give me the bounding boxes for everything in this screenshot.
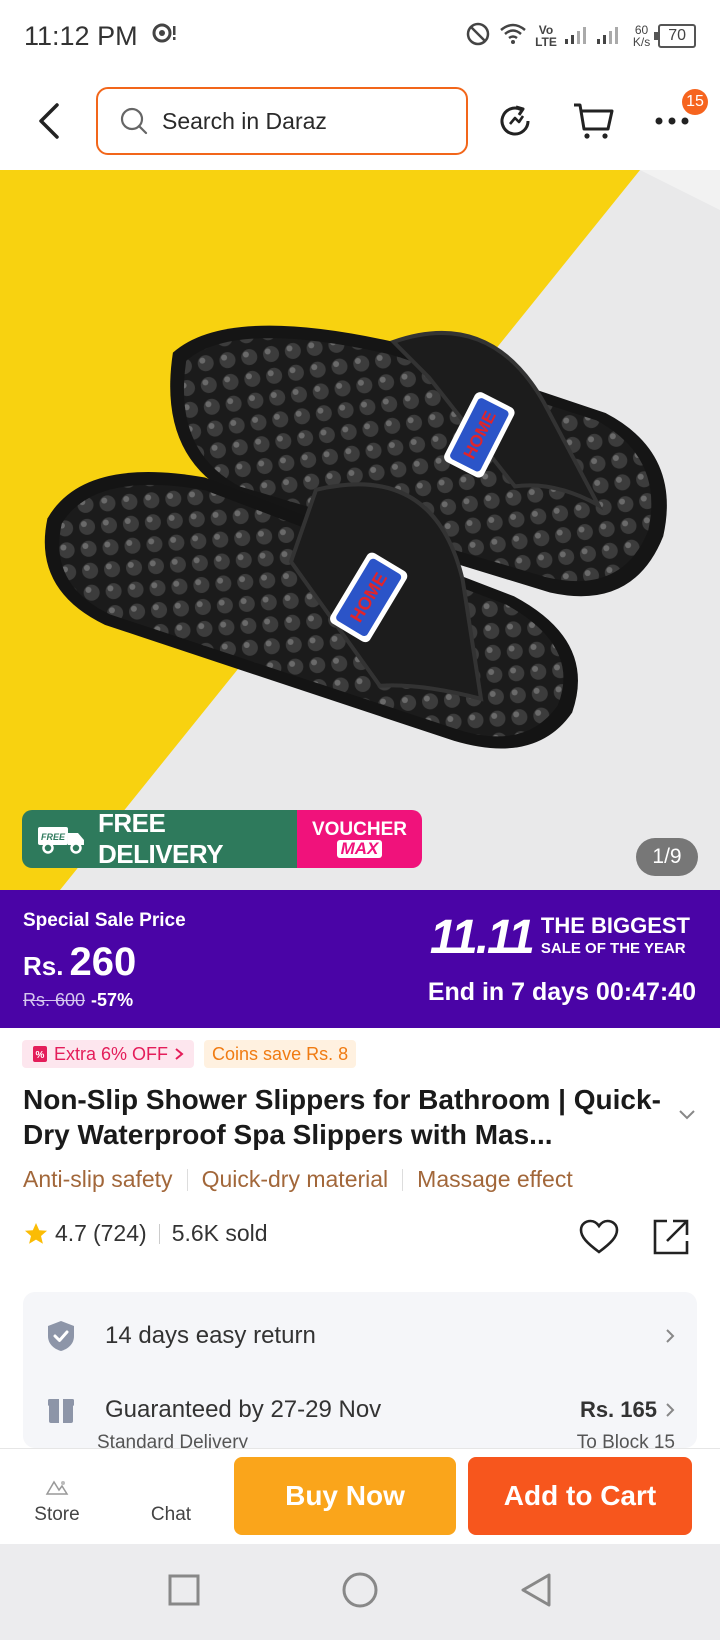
search-placeholder: Search in Daraz [162, 107, 327, 134]
sale-price-label: Special Sale Price [23, 910, 186, 931]
top-header: Search in Daraz 15 [0, 72, 720, 170]
heart-icon [579, 1219, 619, 1254]
chevron-down-icon [679, 1110, 695, 1120]
chevron-right-icon [666, 1403, 675, 1417]
delivery-truck-icon: FREE [37, 827, 84, 854]
signal-strength-icon [564, 23, 625, 50]
original-price: Rs. 600 -57% [23, 990, 134, 1010]
service-info-card: 14 days easy return Guaranteed by 27-29 … [23, 1292, 697, 1448]
rating-row[interactable]: 4.7 (724) 5.6K sold [23, 1220, 268, 1247]
countdown-timer: End in 7 days 00:47:40 [427, 978, 696, 1006]
system-navigation-bar [0, 1544, 720, 1640]
wishlist-button[interactable] [576, 1214, 622, 1260]
feature-item: Anti-slip safety [23, 1166, 173, 1192]
campaign-logo: 11.11 THE BIGGEST SALE OF THE YEAR [429, 911, 690, 964]
chevron-right-icon [666, 1329, 675, 1343]
delivery-type: Standard Delivery [97, 1432, 249, 1448]
bottom-action-bar: Store Chat Buy Now Add to Cart [0, 1448, 720, 1544]
delivery-row[interactable]: Guaranteed by 27-29 Nov Rs. 165 [23, 1380, 697, 1440]
search-icon [120, 107, 148, 135]
circle-icon [342, 1572, 378, 1607]
sold-count: 5.6K sold [171, 1220, 268, 1246]
back-nav-button[interactable] [519, 1572, 553, 1613]
return-policy-row[interactable]: 14 days easy return [23, 1306, 697, 1366]
star-icon [25, 1222, 47, 1244]
network-type: Vo LTE [535, 23, 557, 49]
chevron-right-icon [175, 1048, 184, 1060]
status-bar: 11:12 PM Vo LTE 60 K/s 70 [0, 0, 720, 72]
coins-tag: Coins save Rs. 8 [204, 1040, 357, 1068]
discount-percent: -57% [91, 990, 134, 1010]
home-button[interactable] [341, 1571, 379, 1614]
product-image-gallery[interactable]: HOME HOME FREE FREE DELIVERY VOUCHER MAX [0, 170, 720, 890]
square-icon [168, 1574, 200, 1605]
product-title: Non-Slip Shower Slippers for Bathroom | … [23, 1084, 661, 1150]
voucher-max-badge: VOUCHER MAX [297, 810, 422, 868]
triangle-back-icon [521, 1573, 551, 1606]
chevron-left-icon [39, 103, 59, 139]
feature-item: Quick-dry material [201, 1166, 389, 1192]
price-band: Special Sale Price Rs. 260 Rs. 600 -57% 11… [0, 890, 720, 1028]
svg-text:%: % [36, 1050, 45, 1061]
feature-item: Massage effect [417, 1166, 573, 1192]
back-button[interactable] [20, 91, 80, 151]
store-icon [45, 1480, 69, 1495]
delivery-price: Rs. 165 [579, 1397, 657, 1422]
add-to-cart-button[interactable]: Add to Cart [468, 1457, 692, 1535]
notification-badge: 15 [682, 89, 708, 115]
rating-value: 4.7 [55, 1220, 87, 1246]
search-input[interactable]: Search in Daraz [96, 87, 468, 155]
shield-check-icon [48, 1321, 74, 1351]
wifi-icon [499, 22, 527, 51]
expand-title-button[interactable] [678, 1108, 696, 1126]
promo-banner[interactable]: FREE FREE DELIVERY VOUCHER MAX [22, 810, 422, 868]
history-button[interactable] [488, 93, 544, 149]
recents-button[interactable] [167, 1573, 201, 1612]
chat-button[interactable]: Chat [114, 1468, 228, 1526]
review-count: (724) [92, 1220, 147, 1246]
refresh-icon [500, 105, 530, 136]
feature-highlights: Anti-slip safety Quick-dry material Mass… [23, 1166, 573, 1193]
network-speed: 60 K/s [632, 23, 651, 49]
store-button[interactable]: Store [0, 1468, 114, 1526]
free-delivery-badge: FREE FREE DELIVERY [22, 810, 297, 868]
do-not-disturb-icon [465, 21, 491, 52]
status-time: 11:12 PM [24, 20, 138, 51]
image-counter: 1/9 [636, 838, 698, 876]
share-icon [653, 1219, 689, 1255]
extra-off-tag[interactable]: % Extra 6% OFF [22, 1040, 195, 1068]
package-icon [48, 1399, 74, 1423]
more-dots-icon [655, 117, 689, 125]
more-button[interactable]: 15 [644, 89, 708, 149]
free-delivery-label: FREE DELIVERY [97, 810, 224, 868]
buy-now-button[interactable]: Buy Now [234, 1457, 456, 1535]
share-button[interactable] [648, 1214, 694, 1260]
product-photo: HOME HOME [0, 170, 720, 890]
cart-icon [574, 103, 614, 139]
cart-button[interactable] [566, 93, 622, 149]
coupon-icon: % [33, 1046, 47, 1062]
delivery-location: To Block 15 [576, 1432, 675, 1448]
svg-text:FREE: FREE [41, 832, 66, 842]
offer-tags: % Extra 6% OFF Coins save Rs. 8 [22, 1040, 357, 1068]
notification-icon [152, 22, 178, 50]
current-price: Rs. 260 [23, 940, 137, 984]
battery-indicator: 70 [654, 24, 696, 48]
